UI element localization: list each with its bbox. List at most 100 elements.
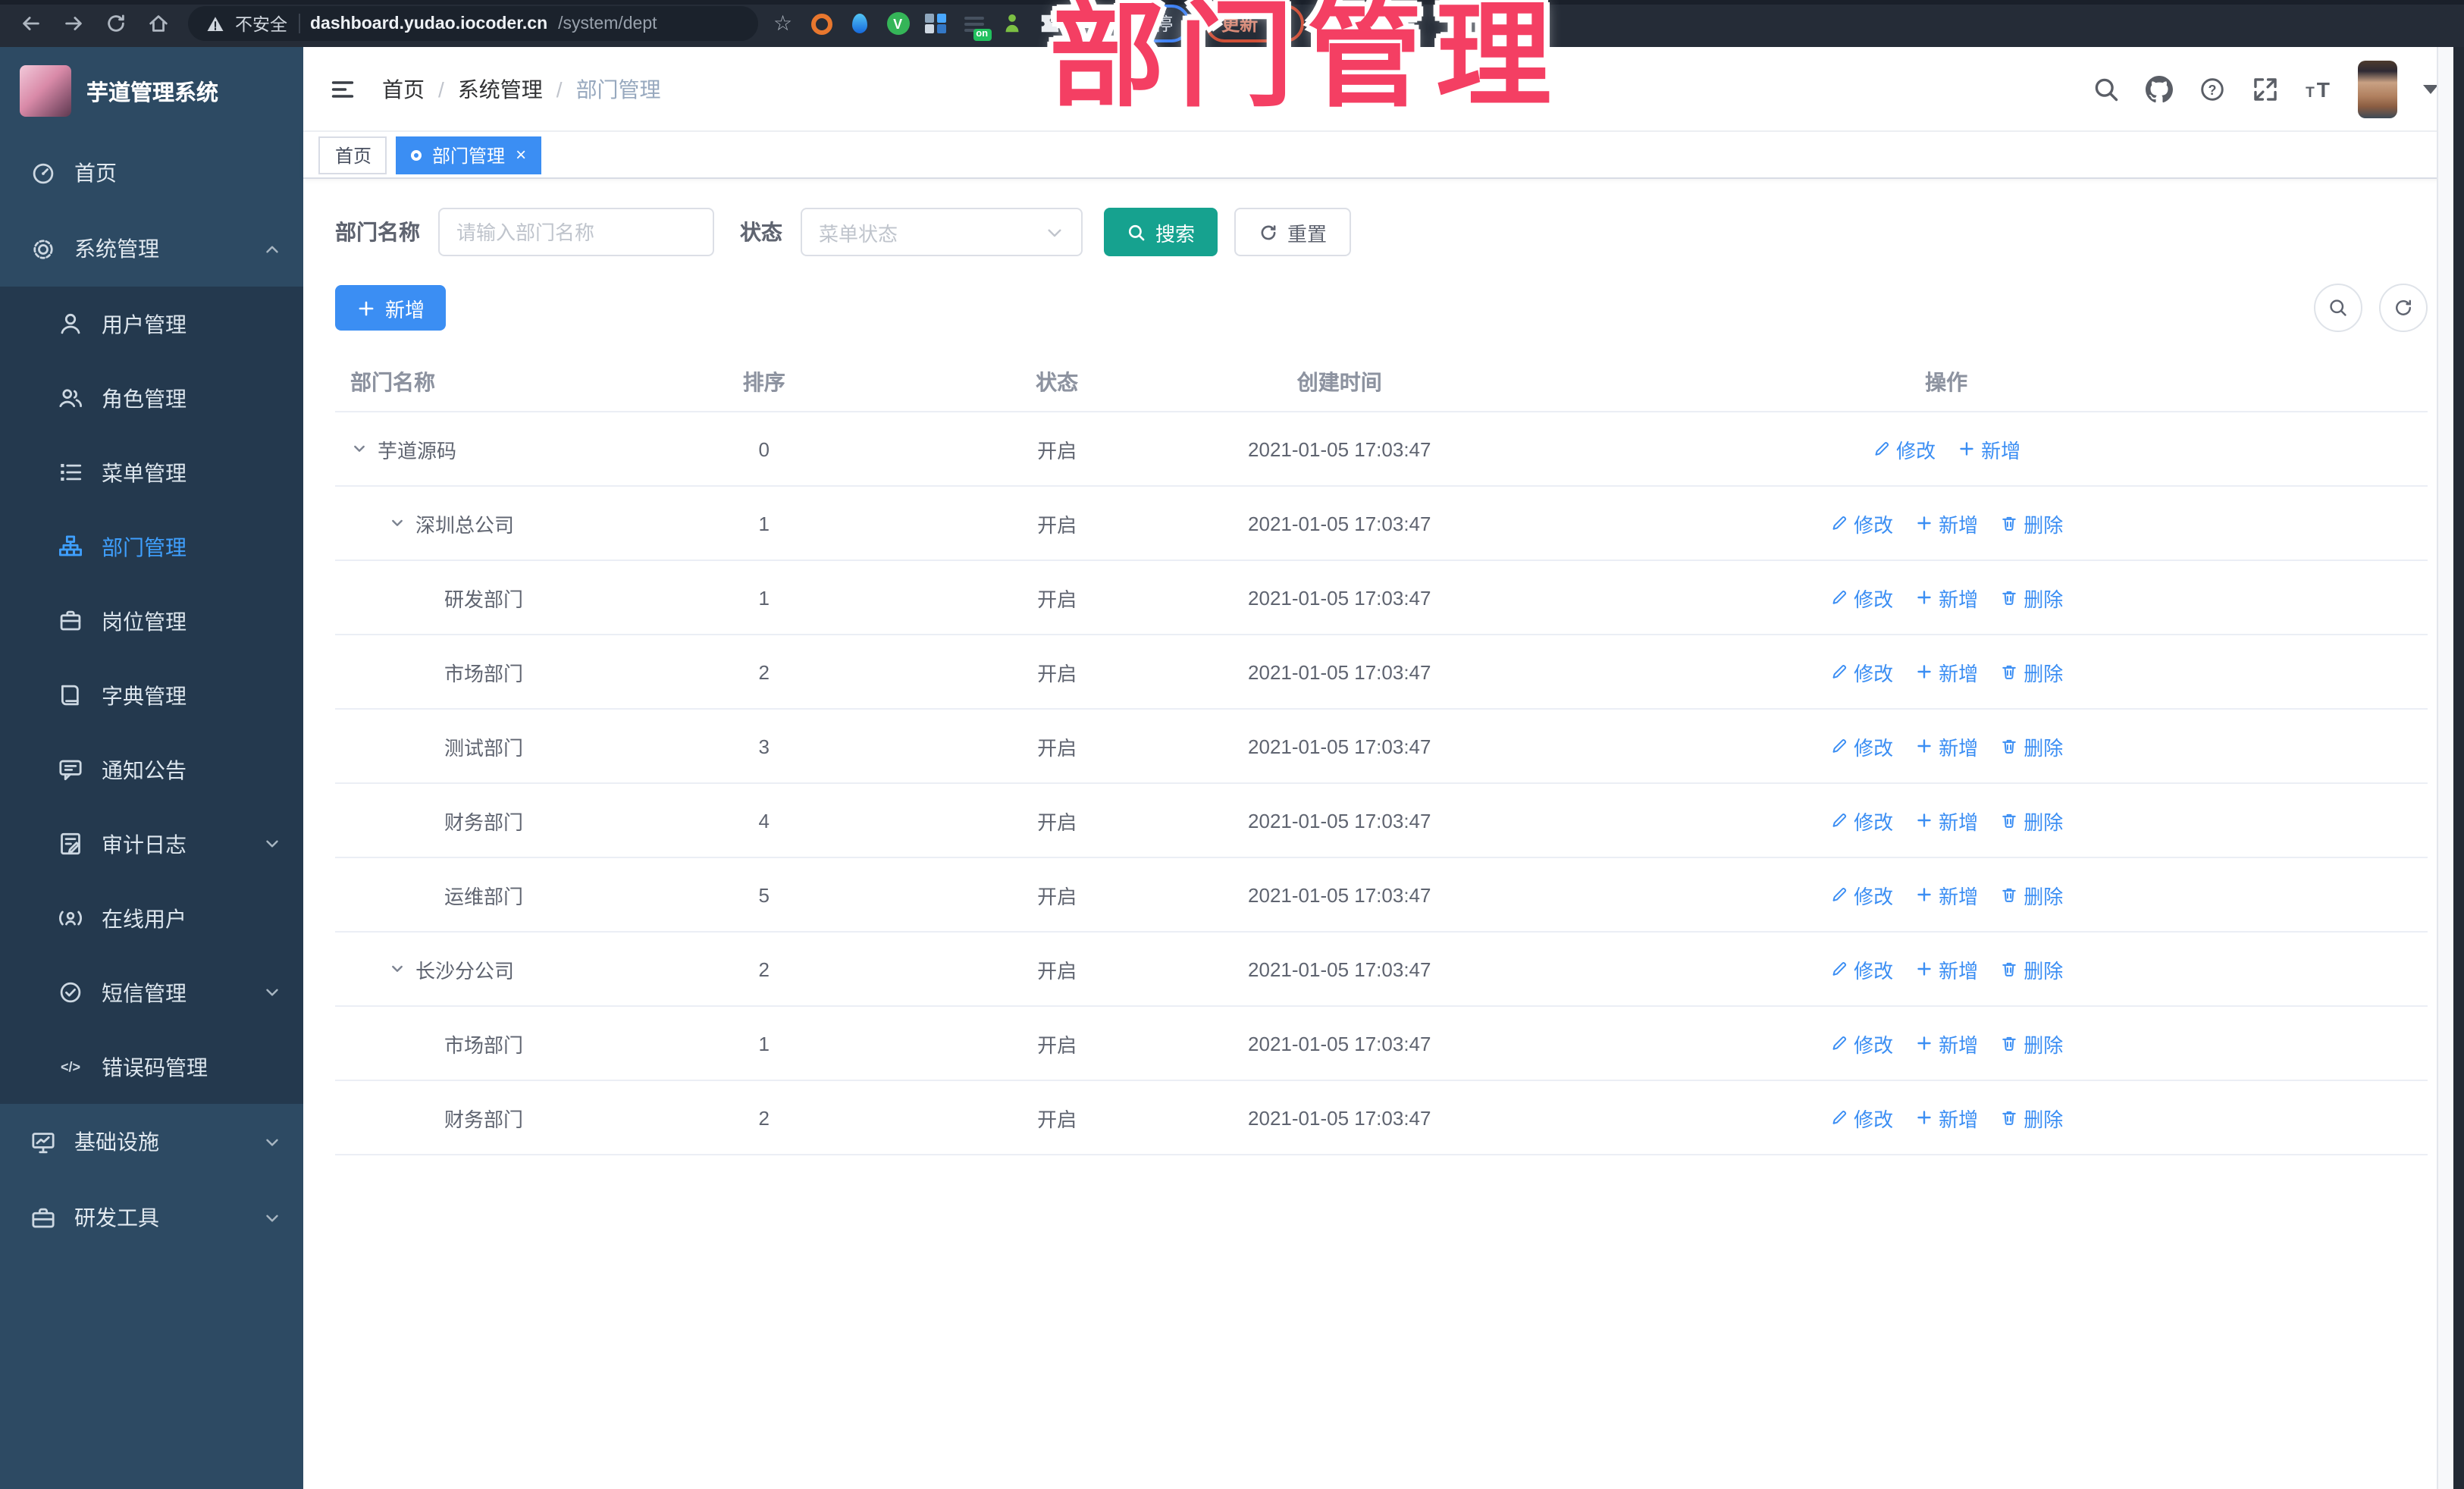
user-menu-caret-icon[interactable] — [2423, 84, 2438, 93]
extension-person-icon[interactable] — [1000, 12, 1023, 35]
add-action-link[interactable]: 新增 — [1914, 657, 1978, 686]
edit-action-link[interactable]: 修改 — [1829, 583, 1893, 612]
delete-action-link[interactable]: 删除 — [1999, 955, 2063, 983]
extension-v-icon[interactable]: V — [886, 12, 910, 35]
main-panel: 首页/系统管理/部门管理 ? TT 首页部门管理× 部门名称 状态 — [303, 47, 2464, 1489]
github-icon[interactable] — [2146, 75, 2173, 102]
add-action-link[interactable]: 新增 — [1914, 1103, 1978, 1132]
action-label: 修改 — [1854, 885, 1894, 908]
sidebar-item-notice[interactable]: 通知公告 — [0, 732, 303, 807]
breadcrumb-item[interactable]: 首页 — [382, 74, 425, 104]
tab-部门管理[interactable]: 部门管理 × — [396, 136, 542, 174]
extension-donut-icon[interactable] — [810, 12, 833, 35]
edit-action-link[interactable]: 修改 — [1829, 880, 1893, 909]
expand-caret-icon[interactable] — [350, 440, 368, 458]
delete-action-link[interactable]: 删除 — [1999, 1103, 2063, 1132]
add-action-link[interactable]: 新增 — [1914, 583, 1978, 612]
browser-refresh-icon[interactable] — [100, 8, 130, 39]
status-select[interactable]: 菜单状态 — [801, 208, 1083, 256]
help-icon[interactable]: ? — [2199, 75, 2226, 102]
delete-action-link[interactable]: 删除 — [1999, 583, 2063, 612]
fullscreen-icon[interactable] — [2252, 75, 2279, 102]
edit-icon — [1829, 514, 1848, 532]
chevron-down-icon — [262, 1132, 282, 1152]
dept-name-input[interactable] — [438, 208, 714, 256]
dept-name: 运维部门 — [444, 885, 524, 908]
sidebar-item-user[interactable]: 用户管理 — [0, 287, 303, 361]
sidebar-item-label: 系统管理 — [74, 237, 159, 261]
edit-action-link[interactable]: 修改 — [1872, 434, 1936, 463]
close-icon[interactable]: × — [516, 144, 526, 165]
breadcrumb-item[interactable]: 系统管理 — [458, 74, 543, 104]
status-cell: 开启 — [900, 486, 1215, 561]
sidebar-item-code[interactable]: </> 错误码管理 — [0, 1030, 303, 1104]
add-action-link[interactable]: 新增 — [1914, 955, 1978, 983]
refresh-table-button[interactable] — [2379, 284, 2428, 332]
font-size-icon[interactable]: TT — [2305, 75, 2332, 102]
add-action-link[interactable]: 新增 — [1914, 509, 1978, 538]
sidebar-item-dict[interactable]: 字典管理 — [0, 658, 303, 732]
sidebar-item-infra[interactable]: 基础设施 — [0, 1104, 303, 1180]
edit-action-link[interactable]: 修改 — [1829, 806, 1893, 835]
extension-list-icon[interactable]: on — [962, 12, 992, 41]
sidebar-item-sms[interactable]: 短信管理 — [0, 955, 303, 1030]
delete-action-link[interactable]: 删除 — [1999, 880, 2063, 909]
svg-text:</>: </> — [61, 1059, 80, 1074]
page-scrollbar[interactable] — [2437, 47, 2453, 1489]
edit-action-link[interactable]: 修改 — [1829, 1103, 1893, 1132]
sidebar-item-label: 字典管理 — [102, 683, 187, 707]
search-button[interactable]: 搜索 — [1104, 208, 1218, 256]
address-bar[interactable]: 不安全 dashboard.yudao.iocoder.cn/system/de… — [188, 6, 758, 41]
delete-action-link[interactable]: 删除 — [1999, 657, 2063, 686]
expand-caret-icon[interactable] — [388, 514, 406, 532]
tab-首页[interactable]: 首页 — [318, 136, 387, 174]
sort-cell: 1 — [628, 560, 901, 635]
reset-button[interactable]: 重置 — [1234, 208, 1352, 256]
user-avatar[interactable] — [2358, 60, 2397, 118]
add-action-link[interactable]: 新增 — [1957, 434, 2020, 463]
toggle-search-button[interactable] — [2314, 284, 2362, 332]
delete-action-link[interactable]: 删除 — [1999, 509, 2063, 538]
edit-action-link[interactable]: 修改 — [1829, 1029, 1893, 1058]
sidebar-item-audit[interactable]: 审计日志 — [0, 807, 303, 881]
add-action-link[interactable]: 新增 — [1914, 880, 1978, 909]
extension-grid-icon[interactable] — [924, 12, 947, 35]
sidebar-toggle-icon[interactable] — [329, 75, 356, 102]
bookmark-star-icon[interactable]: ☆ — [773, 11, 792, 36]
sidebar-item-tools[interactable]: 研发工具 — [0, 1180, 303, 1255]
delete-action-link[interactable]: 删除 — [1999, 732, 2063, 760]
add-action-link[interactable]: 新增 — [1914, 806, 1978, 835]
edit-action-link[interactable]: 修改 — [1829, 509, 1893, 538]
add-icon — [1914, 737, 1933, 755]
app-logo[interactable]: 芋道管理系统 — [0, 47, 303, 135]
edit-action-link[interactable]: 修改 — [1829, 955, 1893, 983]
menu-icon — [58, 459, 83, 485]
actions-cell: 修改 新增 — [1465, 412, 2428, 487]
add-button[interactable]: 新增 — [335, 285, 447, 331]
sort-cell: 2 — [628, 635, 901, 710]
sidebar-item-gear[interactable]: 系统管理 — [0, 211, 303, 287]
edit-action-link[interactable]: 修改 — [1829, 732, 1893, 760]
sidebar-item-post[interactable]: 岗位管理 — [0, 584, 303, 658]
table-row: 运维部门 5 开启 2021-01-05 17:03:47 修改 新增 删除 — [335, 857, 2428, 933]
delete-action-link[interactable]: 删除 — [1999, 806, 2063, 835]
expand-caret-icon[interactable] — [388, 960, 406, 978]
browser-forward-icon[interactable] — [58, 8, 88, 39]
add-action-link[interactable]: 新增 — [1914, 732, 1978, 760]
delete-icon — [1999, 886, 2017, 904]
extension-drop-icon[interactable] — [848, 12, 871, 35]
sidebar-item-users[interactable]: 角色管理 — [0, 361, 303, 435]
column-header: 排序 — [628, 352, 901, 412]
browser-back-icon[interactable] — [15, 8, 45, 39]
delete-action-link[interactable]: 删除 — [1999, 1029, 2063, 1058]
sidebar-item-dept[interactable]: 部门管理 — [0, 509, 303, 584]
edit-action-link[interactable]: 修改 — [1829, 657, 1893, 686]
search-icon[interactable] — [2093, 75, 2120, 102]
browser-home-icon[interactable] — [143, 8, 173, 39]
sidebar-item-menu[interactable]: 菜单管理 — [0, 435, 303, 509]
action-label: 新增 — [1939, 513, 1979, 536]
add-action-link[interactable]: 新增 — [1914, 1029, 1978, 1058]
sidebar-item-online[interactable]: 在线用户 — [0, 881, 303, 955]
sidebar-item-dashboard[interactable]: 首页 — [0, 135, 303, 211]
post-icon — [58, 608, 83, 634]
